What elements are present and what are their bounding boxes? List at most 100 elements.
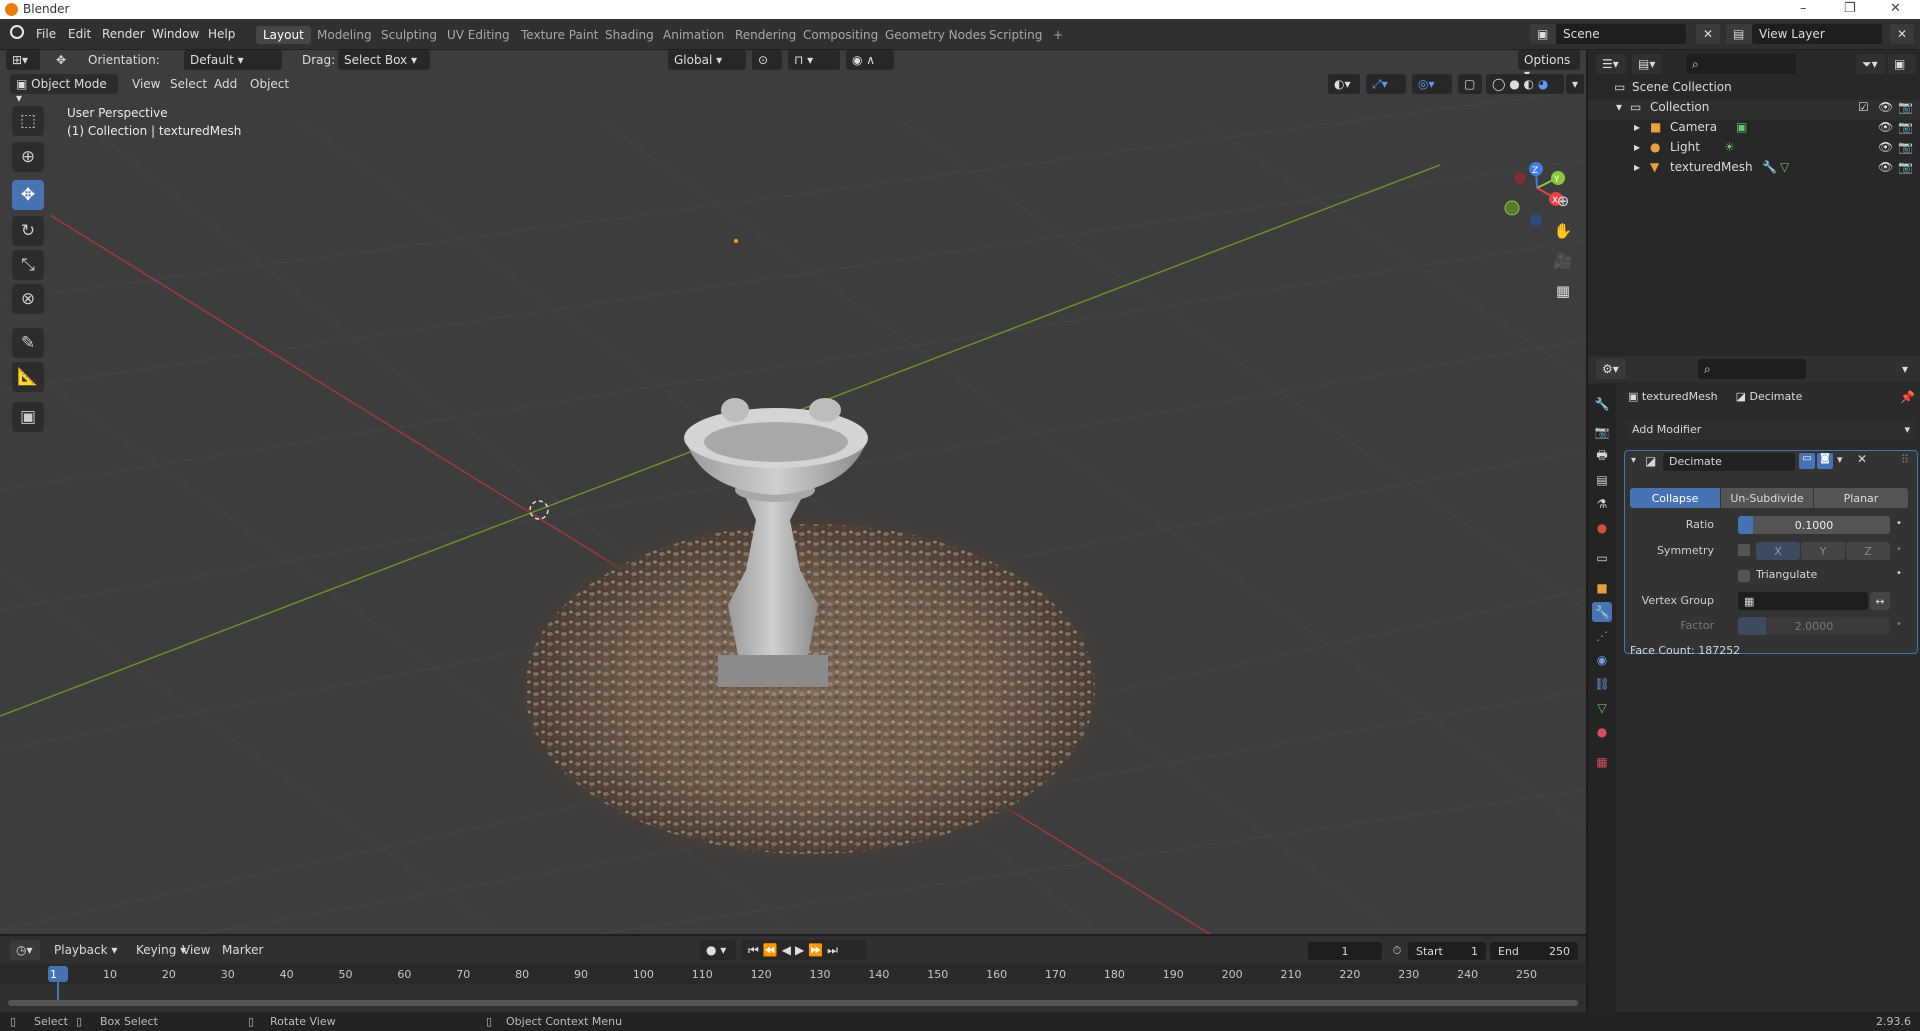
collection-checkbox[interactable]: ☑: [1858, 100, 1869, 114]
modifier-name-field[interactable]: Decimate: [1663, 453, 1795, 471]
hand-icon[interactable]: ✋: [1550, 218, 1576, 244]
scene-name-field[interactable]: Scene: [1556, 24, 1686, 44]
drag-dropdown[interactable]: Select Box ▾: [338, 50, 430, 70]
render-tab-icon[interactable]: 📷: [1592, 422, 1612, 442]
animate-dot-icon[interactable]: •: [1896, 544, 1902, 555]
playback-controls[interactable]: ⏮⏪◀▶⏩⏭: [742, 940, 866, 960]
rotate-tool-icon[interactable]: ↻: [12, 216, 44, 246]
animate-dot-icon[interactable]: •: [1896, 518, 1902, 529]
tool-tab-icon[interactable]: 🔧: [1592, 394, 1612, 414]
timer-icon[interactable]: ⏱: [1390, 942, 1404, 960]
filter-icon[interactable]: ⏷▾: [1856, 54, 1886, 74]
outliner-row-camera[interactable]: ▸ ■ Camera ▣ 👁 📷: [1588, 120, 1920, 140]
scene-browse-icon[interactable]: ▣: [1530, 24, 1556, 44]
drag-handle-icon[interactable]: ⠿: [1901, 453, 1909, 466]
view-layer-tab-icon[interactable]: ▤: [1592, 470, 1612, 490]
add-modifier-dropdown[interactable]: Add Modifier ▾: [1626, 420, 1916, 440]
tab-modeling[interactable]: Modeling: [310, 26, 379, 44]
animate-dot-icon[interactable]: •: [1896, 568, 1902, 579]
view-layer-close-icon[interactable]: ✕: [1890, 24, 1914, 44]
menu-render[interactable]: Render: [102, 27, 145, 41]
tab-uv-editing[interactable]: UV Editing: [440, 26, 517, 44]
editor-type-button[interactable]: ⊞▾: [6, 50, 40, 70]
collapse-arrow-icon[interactable]: ▾: [1631, 455, 1636, 466]
snap-icon[interactable]: ⊓ ▾: [788, 50, 840, 70]
animate-dot-icon[interactable]: •: [1896, 619, 1902, 630]
expand-icon[interactable]: ▾: [1616, 100, 1622, 114]
pivot-icon[interactable]: ⊙: [752, 50, 782, 70]
collapse-mode-button[interactable]: Collapse: [1630, 488, 1720, 508]
menu-add[interactable]: Add: [208, 74, 243, 94]
modifier-tab-icon[interactable]: 🔧: [1592, 602, 1612, 622]
outliner-search-input[interactable]: ⌕: [1686, 54, 1796, 74]
output-tab-icon[interactable]: 🖶: [1592, 446, 1612, 466]
blender-menu-icon[interactable]: [10, 25, 24, 39]
mesh-data-icon[interactable]: ▽: [1780, 160, 1789, 174]
menu-edit[interactable]: Edit: [68, 27, 91, 41]
constraints-tab-icon[interactable]: ⛓: [1592, 674, 1612, 694]
select-box-tool-icon[interactable]: ⬚: [12, 106, 44, 136]
tab-animation[interactable]: Animation: [656, 26, 731, 44]
outliner-row-texturedmesh[interactable]: ▸ ▼ texturedMesh 🔧 ▽ 👁 📷: [1588, 160, 1920, 180]
sym-axis-x[interactable]: X: [1756, 542, 1800, 560]
expand-icon[interactable]: ▸: [1634, 140, 1640, 154]
grid-icon[interactable]: ▦: [1550, 278, 1576, 304]
pin-icon[interactable]: 📌: [1900, 390, 1915, 404]
menu-marker[interactable]: Marker: [216, 940, 269, 960]
transform-orientation-dropdown[interactable]: Global ▾: [668, 50, 746, 70]
shading-dropdown-icon[interactable]: ▾: [1566, 74, 1584, 94]
outliner-editor-icon[interactable]: ☰▾: [1596, 54, 1626, 74]
properties-editor[interactable]: ⚙▾ ⌕ ▾ 🔧 📷 🖶 ▤ ⚗ ● ▭ ■ 🔧 ⋰ ◉ ⛓ ▽ ● ▦ ▣ t…: [1588, 356, 1920, 1012]
camera-render-icon[interactable]: 📷: [1898, 120, 1913, 134]
timeline-scrollbar[interactable]: [8, 1000, 1578, 1006]
properties-search-input[interactable]: ⌕: [1698, 359, 1806, 379]
menu-playback[interactable]: Playback ▾: [48, 940, 123, 960]
camera-data-icon[interactable]: ▣: [1736, 120, 1747, 134]
measure-tool-icon[interactable]: 📐: [12, 362, 44, 392]
xray-icon[interactable]: ▢: [1458, 74, 1482, 94]
camera-render-icon[interactable]: 📷: [1898, 100, 1913, 114]
transform-tool-icon[interactable]: ⊗: [12, 284, 44, 314]
ratio-slider[interactable]: 0.1000: [1738, 516, 1890, 534]
gizmo-toggle-icon[interactable]: ⤢▾: [1366, 74, 1406, 94]
scene-close-icon[interactable]: ✕: [1696, 24, 1720, 44]
particles-tab-icon[interactable]: ⋰: [1592, 626, 1612, 646]
world-tab-icon[interactable]: ●: [1592, 518, 1612, 538]
display-mode-icon[interactable]: ▤▾: [1632, 54, 1662, 74]
view-layer-icon[interactable]: ▤: [1726, 24, 1752, 44]
physics-tab-icon[interactable]: ◉: [1592, 650, 1612, 670]
move-tool-button[interactable]: ✥: [12, 180, 44, 210]
menu-view[interactable]: View: [126, 74, 166, 94]
invert-vertex-group-icon[interactable]: ↔: [1870, 592, 1890, 610]
expand-icon[interactable]: ▸: [1634, 160, 1640, 174]
camera-icon[interactable]: 🎥: [1550, 248, 1576, 274]
object-tab-icon[interactable]: ■: [1592, 578, 1612, 598]
unsubdivide-mode-button[interactable]: Un-Subdivide: [1721, 488, 1813, 508]
tab-layout[interactable]: Layout: [256, 26, 311, 44]
orientation-dropdown[interactable]: Default ▾: [184, 50, 282, 70]
sym-axis-y[interactable]: Y: [1801, 542, 1845, 560]
expand-icon[interactable]: ▸: [1634, 120, 1640, 134]
vertex-group-field[interactable]: ▦: [1738, 592, 1868, 610]
eye-icon[interactable]: 👁: [1878, 160, 1893, 174]
minimize-button[interactable]: –: [1800, 1, 1807, 16]
camera-render-icon[interactable]: 📷: [1898, 140, 1913, 154]
cursor-tool-icon[interactable]: ⊕: [12, 142, 44, 172]
menu-timeline-view[interactable]: View: [176, 940, 216, 960]
close-button[interactable]: ✕: [1890, 1, 1901, 16]
add-cube-tool-icon[interactable]: ▣: [12, 402, 44, 432]
collection-tab-icon[interactable]: ▭: [1592, 548, 1612, 568]
tab-rendering[interactable]: Rendering: [728, 26, 803, 44]
tab-scripting[interactable]: Scripting: [982, 26, 1049, 44]
menu-window[interactable]: Window: [152, 27, 199, 41]
triangulate-checkbox[interactable]: [1738, 570, 1750, 582]
tab-shading[interactable]: Shading: [598, 26, 661, 44]
shading-mode-buttons[interactable]: ◯ ● ◐ ◕: [1486, 74, 1564, 94]
timeline-editor-icon[interactable]: ◷▾: [10, 940, 40, 960]
menu-select[interactable]: Select: [164, 74, 213, 94]
end-frame-field[interactable]: End 250: [1490, 942, 1578, 960]
outliner[interactable]: ☰▾ ▤▾ ⌕ ⏷▾ ▣ ▭ Scene Collection ▾ ▭ Collect…: [1588, 50, 1920, 356]
outliner-row-scene-collection[interactable]: ▭ Scene Collection: [1588, 80, 1920, 100]
eye-icon[interactable]: 👁: [1878, 120, 1893, 134]
menu-file[interactable]: File: [36, 27, 56, 41]
